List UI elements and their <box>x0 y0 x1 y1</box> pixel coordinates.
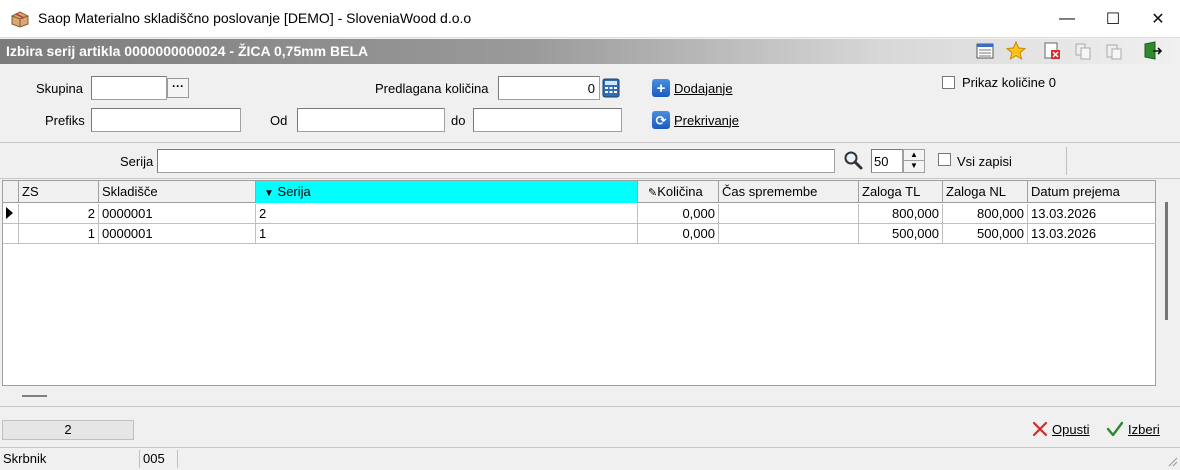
cell-zs: 2 <box>19 204 99 224</box>
dodajanje-button[interactable]: + Dodajanje <box>652 79 733 97</box>
refresh-icon: ⟳ <box>652 111 670 129</box>
od-label: Od <box>270 113 288 128</box>
dialog-header: Izbira serij artikla 0000000000024 - ŽIC… <box>0 39 1180 64</box>
paste-icon[interactable] <box>1104 41 1124 61</box>
current-row-indicator-icon <box>3 204 19 224</box>
resize-grip-icon[interactable] <box>1166 455 1178 467</box>
list-icon[interactable] <box>975 41 995 61</box>
cell-zaloga-nl: 500,000 <box>943 224 1028 244</box>
app-box-icon <box>11 11 29 28</box>
record-count-input[interactable] <box>871 149 903 173</box>
serija-search-input[interactable] <box>157 149 835 173</box>
column-header-zaloga-nl[interactable]: Zaloga NL <box>943 181 1028 203</box>
dialog-title: Izbira serij artikla 0000000000024 - ŽIC… <box>6 43 369 59</box>
footer-separator <box>0 406 1180 407</box>
row-indicator-header <box>3 181 19 203</box>
maximize-icon: ☐ <box>1105 11 1121 28</box>
izberi-label: Izberi <box>1128 421 1160 437</box>
column-header-serija[interactable]: ▼ Serija <box>256 181 638 203</box>
sort-down-icon: ▼ <box>264 188 274 199</box>
calculator-icon[interactable] <box>602 78 620 98</box>
cell-cas-spremembe <box>719 224 859 244</box>
column-header-cas-spremembe[interactable]: Čas spremembe <box>719 181 859 203</box>
record-count-stepper[interactable]: ▲ ▼ <box>903 149 925 173</box>
prefiks-input[interactable] <box>91 108 241 132</box>
column-header-zaloga-tl[interactable]: Zaloga TL <box>859 181 943 203</box>
prikaz-label: Prikaz količine 0 <box>962 75 1056 90</box>
column-header-kolicina[interactable]: ✎Količina <box>638 181 719 203</box>
grid-header: ZS Skladišče ▼ Serija ✎Količina Čas spre… <box>3 181 1155 203</box>
window-titlebar: Saop Materialno skladiščno poslovanje [D… <box>0 0 1180 38</box>
record-count-display: 2 <box>2 420 134 440</box>
search-icon[interactable] <box>843 150 863 170</box>
row-indicator <box>3 224 19 244</box>
column-header-kolicina-label: Količina <box>657 184 703 199</box>
skupina-label: Skupina <box>36 81 83 96</box>
horizontal-scrollbar-thumb[interactable] <box>22 395 46 397</box>
dodajanje-label: Dodajanje <box>674 80 733 96</box>
status-code: 005 <box>140 450 178 468</box>
cell-zs: 1 <box>19 224 99 244</box>
search-separator <box>1066 147 1067 175</box>
close-icon: ✕ <box>1151 11 1165 28</box>
vsi-zapisi-checkbox[interactable] <box>938 153 951 166</box>
do-input[interactable] <box>473 108 622 132</box>
column-header-datum-prejema[interactable]: Datum prejema <box>1028 181 1156 203</box>
opusti-label: Opusti <box>1052 421 1090 437</box>
stepper-up-icon[interactable]: ▲ <box>904 150 924 161</box>
cell-kolicina[interactable]: 0,000 <box>638 224 719 244</box>
column-header-zs[interactable]: ZS <box>19 181 99 203</box>
vertical-scrollbar[interactable] <box>1159 180 1177 386</box>
cell-serija: 2 <box>256 204 638 224</box>
cancel-x-icon <box>1032 421 1048 437</box>
cell-skladisce: 0000001 <box>99 224 256 244</box>
opusti-button[interactable]: Opusti <box>1032 421 1090 437</box>
cell-zaloga-tl: 800,000 <box>859 204 943 224</box>
cell-cas-spremembe <box>719 204 859 224</box>
delete-icon[interactable] <box>1042 41 1062 61</box>
statusbar: Skrbnik 005 <box>0 447 1180 469</box>
do-label: do <box>451 113 466 128</box>
prefiks-label: Prefiks <box>45 113 85 128</box>
maximize-button[interactable]: ☐ <box>1090 0 1136 38</box>
exit-icon[interactable] <box>1142 41 1162 61</box>
table-row[interactable]: 2 0000001 2 0,000 800,000 800,000 13.03.… <box>3 204 1156 224</box>
vsi-zapisi-label: Vsi zapisi <box>957 154 1012 169</box>
cell-datum-prejema: 13.03.2026 <box>1028 224 1156 244</box>
stepper-down-icon[interactable]: ▼ <box>904 161 924 172</box>
minimize-icon: — <box>1059 10 1075 27</box>
serija-label: Serija <box>120 154 154 169</box>
cell-skladisce: 0000001 <box>99 204 256 224</box>
series-grid[interactable]: ZS Skladišče ▼ Serija ✎Količina Čas spre… <box>2 180 1156 397</box>
skupina-input[interactable] <box>91 76 167 100</box>
predlagana-input[interactable] <box>498 76 600 100</box>
cell-kolicina[interactable]: 0,000 <box>638 204 719 224</box>
copy-icon[interactable] <box>1073 41 1093 61</box>
cell-datum-prejema: 13.03.2026 <box>1028 204 1156 224</box>
window-title: Saop Materialno skladiščno poslovanje [D… <box>38 10 472 26</box>
status-user: Skrbnik <box>0 450 140 468</box>
form-separator <box>0 142 1180 143</box>
cell-zaloga-nl: 800,000 <box>943 204 1028 224</box>
prekrivanje-button[interactable]: ⟳ Prekrivanje <box>652 111 739 129</box>
column-header-serija-label: Serija <box>277 184 311 199</box>
prikaz-checkbox[interactable] <box>942 76 955 89</box>
vertical-scroll-thumb[interactable] <box>1165 202 1168 320</box>
checkmark-icon <box>1106 421 1124 437</box>
skupina-browse-button[interactable]: ··· <box>167 78 189 98</box>
grid-top-separator <box>0 178 1180 179</box>
od-input[interactable] <box>297 108 445 132</box>
izberi-button[interactable]: Izberi <box>1106 421 1160 437</box>
cell-serija: 1 <box>256 224 638 244</box>
minimize-button[interactable]: — <box>1044 0 1090 38</box>
close-button[interactable]: ✕ <box>1135 0 1180 38</box>
cell-zaloga-tl: 500,000 <box>859 224 943 244</box>
predlagana-label: Predlagana količina <box>375 81 489 96</box>
pencil-icon: ✎ <box>648 187 658 199</box>
star-icon[interactable] <box>1006 41 1026 61</box>
prekrivanje-label: Prekrivanje <box>674 112 740 128</box>
column-header-skladisce[interactable]: Skladišče <box>99 181 256 203</box>
table-row[interactable]: 1 0000001 1 0,000 500,000 500,000 13.03.… <box>3 224 1156 244</box>
plus-icon: + <box>652 79 670 97</box>
